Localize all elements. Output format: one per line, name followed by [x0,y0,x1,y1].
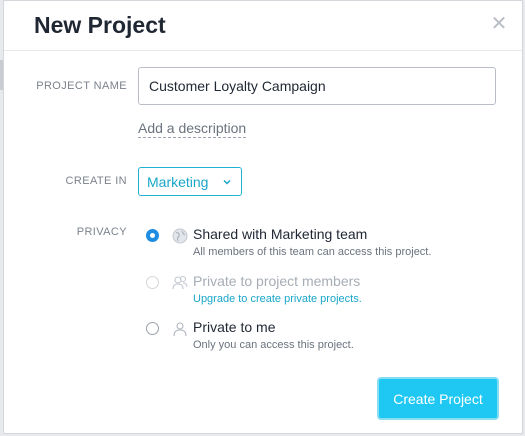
create-in-value: Marketing [147,173,209,190]
create-in-select[interactable]: Marketing [138,167,242,196]
chevron-down-icon [223,179,231,185]
globe-icon [172,228,188,244]
create-project-button[interactable]: Create Project [377,377,499,420]
close-icon[interactable]: ✕ [490,14,508,34]
privacy-label: PRIVACY [76,226,127,238]
upgrade-link[interactable]: Upgrade to create private projects. [193,293,362,305]
radio-private[interactable] [146,322,159,335]
radio-shared[interactable] [146,229,159,242]
privacy-option-title: Private to project members [193,273,361,289]
radio-members[interactable] [146,276,159,289]
add-description-link[interactable]: Add a description [138,120,247,138]
project-name-label: PROJECT NAME [36,80,127,92]
dialog-header: New Project ✕ [4,1,522,51]
create-in-label: CREATE IN [65,175,127,187]
privacy-option-description: All members of this team can access this… [193,246,432,258]
dialog-title: New Project [34,12,166,38]
privacy-option-title: Shared with Marketing team [193,226,368,242]
project-name-input[interactable] [138,67,496,105]
person-icon [173,322,187,337]
privacy-option-description: Only you can access this project. [193,339,354,351]
privacy-option-title: Private to me [193,319,276,335]
members-icon [172,275,188,290]
new-project-dialog: New Project ✕ PROJECT NAME Add a descrip… [3,0,523,434]
